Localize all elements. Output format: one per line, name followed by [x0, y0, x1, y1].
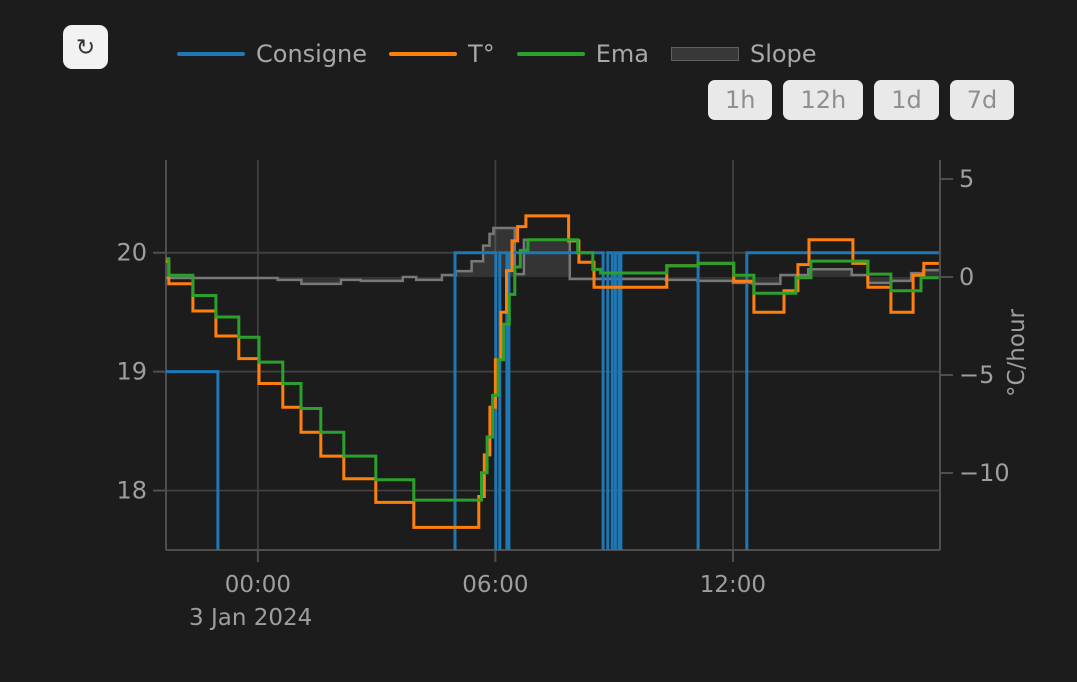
slope-area-swatch	[671, 47, 739, 61]
range-button-7d[interactable]: 7d	[950, 80, 1015, 120]
y-right-tick-label-0: 0	[959, 263, 974, 291]
x-tick-label-0000: 00:00	[225, 572, 291, 598]
series-slope-fill	[166, 228, 939, 284]
legend-label-consigne: Consigne	[256, 42, 367, 66]
y-right-tick-label-5: −5	[959, 361, 994, 389]
x-tick-label-1200: 12:00	[700, 572, 766, 598]
legend-label-slope: Slope	[750, 42, 817, 66]
legend-item-ema[interactable]: Ema	[517, 42, 649, 66]
x-tick-label-0600: 06:00	[462, 572, 528, 598]
app-root: 00:00 06:00 12:00 3 Jan 2024 20 19 18 5 0 −5 −10 °C…	[0, 0, 1077, 682]
y-left-tick-label-19: 19	[116, 358, 147, 386]
range-button-1d[interactable]: 1d	[874, 80, 939, 120]
y-right-tick-label-5: 5	[959, 165, 974, 193]
consigne-line-swatch	[177, 52, 245, 56]
legend-label-ema: Ema	[596, 42, 649, 66]
t-line-swatch	[389, 52, 457, 56]
y-right-axis-title: °C/hour	[1004, 308, 1030, 397]
y-left-tick-label-18: 18	[116, 477, 147, 505]
legend-item-t[interactable]: T°	[389, 42, 495, 66]
ema-line-swatch	[517, 52, 585, 56]
legend-label-t: T°	[468, 42, 495, 66]
legend-item-consigne[interactable]: Consigne	[177, 42, 367, 66]
refresh-icon: ↻	[76, 34, 95, 61]
range-button-1h[interactable]: 1h	[708, 80, 772, 120]
range-button-12h[interactable]: 12h	[783, 80, 863, 120]
legend-item-slope[interactable]: Slope	[671, 42, 817, 66]
y-right-tick-label-10: −10	[959, 459, 1010, 487]
y-left-tick-label-20: 20	[116, 239, 147, 267]
x-axis-date-label: 3 Jan 2024	[189, 605, 312, 631]
refresh-button[interactable]: ↻	[63, 25, 108, 69]
range-buttons: 1h 12h 1d 7d	[708, 80, 1014, 120]
legend: Consigne T° Ema Slope	[177, 40, 817, 67]
